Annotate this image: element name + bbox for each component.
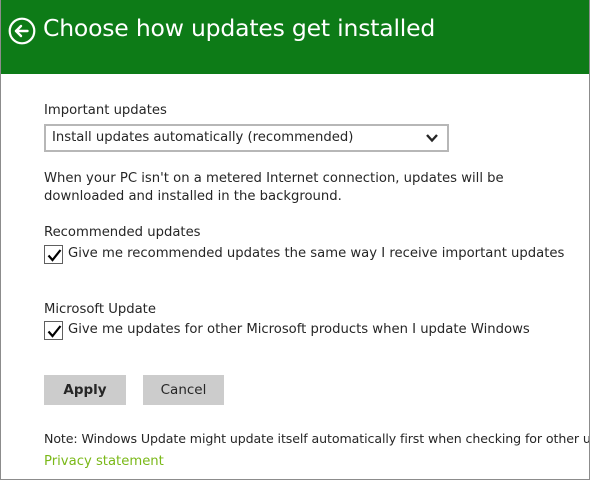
checkmark-icon: [47, 325, 62, 338]
microsoft-update-checkbox[interactable]: [44, 321, 63, 340]
settings-window: Choose how updates get installed Importa…: [0, 0, 590, 480]
important-updates-description: When your PC isn't on a metered Internet…: [44, 171, 504, 204]
chevron-down-icon: [426, 134, 438, 143]
apply-button[interactable]: Apply: [44, 375, 126, 405]
settings-content: Important updates Install updates automa…: [1, 74, 590, 479]
recommended-updates-option[interactable]: Give me recommended updates the same way…: [44, 245, 564, 265]
recommended-updates-label: Recommended updates: [44, 225, 201, 240]
important-updates-dropdown[interactable]: Install updates automatically (recommend…: [44, 124, 449, 152]
back-arrow-circle-icon: [8, 17, 36, 45]
page-header: Choose how updates get installed: [1, 0, 589, 74]
back-button[interactable]: [8, 17, 36, 45]
cancel-button[interactable]: Cancel: [143, 375, 224, 405]
microsoft-update-label: Microsoft Update: [44, 302, 156, 317]
privacy-statement-link[interactable]: Privacy statement: [44, 454, 164, 469]
important-updates-label: Important updates: [44, 103, 167, 118]
microsoft-update-checkbox-label: Give me updates for other Microsoft prod…: [68, 322, 530, 337]
microsoft-update-option[interactable]: Give me updates for other Microsoft prod…: [44, 321, 530, 341]
dropdown-selected-value: Install updates automatically (recommend…: [52, 130, 354, 145]
page-title: Choose how updates get installed: [43, 14, 436, 42]
checkmark-icon: [47, 249, 62, 262]
recommended-updates-checkbox-label: Give me recommended updates the same way…: [68, 246, 565, 261]
update-note: Note: Windows Update might update itself…: [44, 431, 590, 446]
recommended-updates-checkbox[interactable]: [44, 245, 63, 264]
